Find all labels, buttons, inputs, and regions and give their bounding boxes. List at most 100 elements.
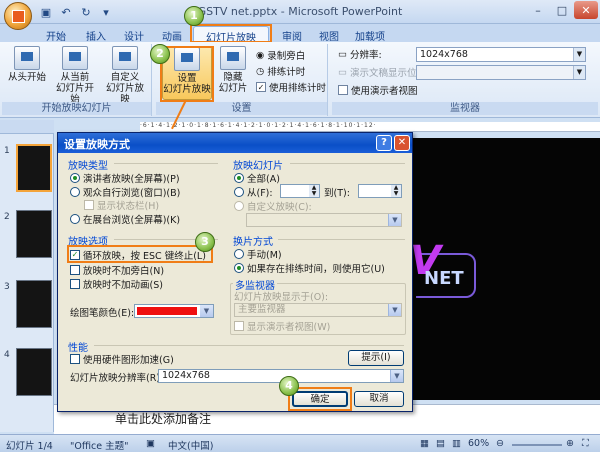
separator <box>114 163 218 164</box>
presenter-radio[interactable]: 演讲者放映(全屏幕)(P) <box>70 171 180 185</box>
normal-view-icon[interactable]: ▦ <box>420 438 429 449</box>
show-on-combo[interactable]: ▼ <box>416 65 586 80</box>
minimize-icon[interactable]: – <box>526 1 550 19</box>
tips-button[interactable]: 提示(I) <box>348 350 404 366</box>
cancel-button[interactable]: 取消 <box>354 391 404 407</box>
resolution-label: ▭ 分辨率: <box>338 48 382 62</box>
slides-panel-tabs[interactable] <box>0 120 54 134</box>
use-timings-radio[interactable]: 如果存在排练时间，则使用它(U) <box>234 261 385 275</box>
step-badge-4: 4 <box>279 376 299 396</box>
slide-canvas[interactable]: V NET <box>410 138 600 400</box>
pen-color-swatch <box>137 307 197 315</box>
window-controls: – □ ✕ <box>526 1 598 19</box>
from-slide-input[interactable]: ▲ ▼ <box>280 184 320 198</box>
from-beginning-button[interactable]: 从头开始 <box>4 46 50 83</box>
kiosk-radio[interactable]: 在展台浏览(全屏幕)(K) <box>70 212 180 226</box>
tab-highlight <box>190 24 272 43</box>
use-timings-checkbox[interactable]: ✓ 使用排练计时 <box>256 80 326 94</box>
checkbox-icon <box>70 278 80 289</box>
checkbox-icon <box>234 320 244 331</box>
spellcheck-icon: ▣ <box>146 438 155 449</box>
setup-show-dialog: 设置放映方式 ? ✕ 放映类型 演讲者放映(全屏幕)(P) 观众自行浏览(窗口)… <box>57 132 413 412</box>
slide-thumbnail-4[interactable] <box>16 348 52 396</box>
radio-icon <box>234 186 244 197</box>
tab-design[interactable]: 设计 <box>118 26 150 43</box>
logo-text: NET <box>424 268 464 289</box>
record-narration-button[interactable]: ◉ 录制旁白 <box>256 48 305 63</box>
close-icon[interactable]: ✕ <box>574 1 598 19</box>
hide-slide-icon <box>220 46 246 70</box>
ribbon-tabs: 开始 插入 设计 动画 幻灯片放映 审阅 视图 加载项 <box>0 24 600 44</box>
display-on-label: 幻灯片放映显示于(O): <box>234 291 329 303</box>
zoom-level[interactable]: 60% <box>468 438 489 449</box>
slideshow-start-icon <box>14 46 40 70</box>
slide-index: 幻灯片 1/4 <box>6 441 53 452</box>
rehearse-timings-button[interactable]: ◷ 排练计时 <box>256 64 305 79</box>
chevron-down-icon: ▼ <box>390 370 403 382</box>
separator <box>94 345 404 346</box>
custom-show-radio[interactable]: 自定义放映(C): <box>234 199 312 213</box>
group-start-slideshow: 从头开始 从当前 幻灯片开始 自定义 幻灯片放映 开始放映幻灯片 <box>2 44 152 116</box>
slide-thumbnail-3[interactable] <box>16 280 52 328</box>
slide-thumbnail-2[interactable] <box>16 210 52 258</box>
no-animation-checkbox[interactable]: 放映时不加动画(S) <box>70 277 163 291</box>
step-badge-1: 1 <box>184 6 204 26</box>
horizontal-ruler: ·6·1·4·1·2·1·0·1·8·1·6·1·4·1·2·1·0·1·2·1… <box>140 122 600 132</box>
all-slides-radio[interactable]: 全部(A) <box>234 171 280 185</box>
tab-insert[interactable]: 插入 <box>80 26 112 43</box>
maximize-icon[interactable]: □ <box>550 1 574 19</box>
resolution-combo[interactable]: 1024x768 ▼ <box>416 47 586 62</box>
show-scrollbar-checkbox[interactable]: 显示状态栏(H) <box>84 198 159 212</box>
clock-icon: ◷ <box>256 65 265 77</box>
from-current-button[interactable]: 从当前 幻灯片开始 <box>52 46 98 105</box>
slideshow-current-icon <box>62 46 88 70</box>
group-label-monitors: 监视器 <box>332 102 598 115</box>
fit-window-icon[interactable]: ⛶ <box>582 438 589 449</box>
custom-show-combo[interactable]: ▼ <box>246 213 402 227</box>
zoom-in-icon[interactable]: ⊕ <box>566 438 574 449</box>
radio-icon <box>70 172 80 183</box>
pen-color-label: 绘图笔颜色(E): <box>70 307 135 319</box>
no-narration-checkbox[interactable]: 放映时不加旁白(N) <box>70 263 164 277</box>
checkmark-icon: ✓ <box>256 82 266 92</box>
zoom-slider[interactable] <box>512 444 562 446</box>
office-button[interactable] <box>4 2 32 30</box>
to-slide-input[interactable]: ▲ ▼ <box>358 184 402 198</box>
zoom-out-icon[interactable]: ⊖ <box>496 438 504 449</box>
slides-panel: 1 2 3 4 <box>0 120 54 432</box>
to-label: 到(T): <box>324 187 350 199</box>
from-radio[interactable]: 从(F): <box>234 185 273 199</box>
slide-number: 4 <box>4 350 10 360</box>
tab-addins[interactable]: 加载项 <box>350 26 390 43</box>
checkbox-icon <box>70 264 80 275</box>
close-icon[interactable]: ✕ <box>394 135 410 151</box>
tab-home[interactable]: 开始 <box>40 26 72 43</box>
sorter-view-icon[interactable]: ▤ <box>436 438 445 449</box>
help-icon[interactable]: ? <box>376 135 392 151</box>
chevron-down-icon: ▼ <box>573 66 585 79</box>
presenter-view-checkbox[interactable]: 显示演示者视图(W) <box>234 319 330 333</box>
slide-number: 3 <box>4 282 10 292</box>
reading-view-icon[interactable]: ▥ <box>452 438 461 449</box>
radio-icon <box>234 172 244 183</box>
monitor-icon: ▭ <box>338 48 347 60</box>
presenter-view-checkbox[interactable]: 使用演示者视图 <box>338 83 418 97</box>
manual-radio[interactable]: 手动(M) <box>234 247 282 261</box>
checkbox-icon <box>84 199 94 210</box>
radio-icon <box>70 213 80 224</box>
pen-color-picker[interactable]: ▼ <box>134 304 214 318</box>
language: 中文(中国) <box>168 441 214 452</box>
hardware-accel-checkbox[interactable]: 使用硬件图形加速(G) <box>70 352 174 366</box>
tab-view[interactable]: 视图 <box>313 26 345 43</box>
chevron-down-icon: ▼ <box>388 214 401 226</box>
custom-show-button[interactable]: 自定义 幻灯片放映 <box>102 46 148 105</box>
hide-slide-button[interactable]: 隐藏 幻灯片 <box>214 46 252 94</box>
loop-highlight <box>67 245 213 263</box>
radio-icon <box>70 186 80 197</box>
group-monitors: ▭ 分辨率: 1024x768 ▼ ▭ 演示文稿显示位置: ▼ 使用演示者视图 监视器 <box>332 44 598 116</box>
display-on-combo[interactable]: 主要监视器 ▼ <box>234 303 402 317</box>
tab-animations[interactable]: 动画 <box>156 26 188 43</box>
slide-thumbnail-1[interactable] <box>16 144 52 192</box>
tab-review[interactable]: 审阅 <box>276 26 308 43</box>
individual-radio[interactable]: 观众自行浏览(窗口)(B) <box>70 185 180 199</box>
